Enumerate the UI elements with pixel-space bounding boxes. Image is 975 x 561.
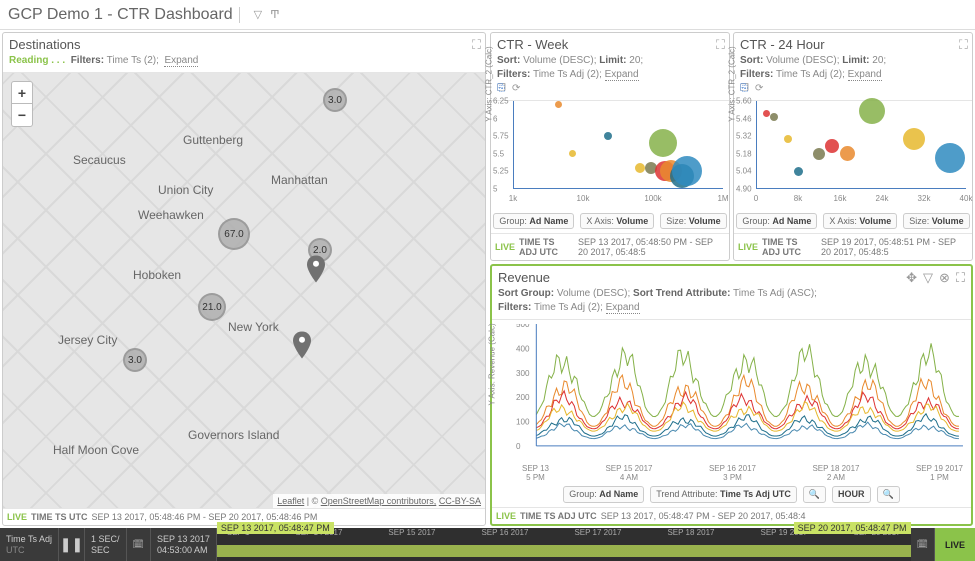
- filter-icon[interactable]: ▽: [923, 270, 933, 286]
- expand-icon[interactable]: ⛶: [472, 37, 481, 53]
- revenue-panel: Revenue ✥ ▽ ⊗ ⛶ Sort Group: Volume (DESC…: [490, 264, 973, 526]
- scatter-point[interactable]: [840, 146, 855, 161]
- scatter-point[interactable]: [604, 132, 612, 140]
- reading-status: Reading . . .: [9, 55, 65, 66]
- scatter-point[interactable]: [903, 128, 925, 150]
- live-indicator: LIVE: [7, 512, 27, 522]
- map-city-label: Jersey City: [58, 333, 117, 347]
- svg-text:300: 300: [516, 369, 530, 378]
- live-button[interactable]: LIVE: [935, 528, 975, 561]
- scatter-point[interactable]: [794, 167, 803, 176]
- close-icon[interactable]: ⊗: [939, 270, 950, 286]
- calendar-end-icon[interactable]: 🗓: [911, 528, 935, 561]
- move-icon[interactable]: ✥: [906, 270, 917, 286]
- group-pill[interactable]: Group: Ad Name: [736, 213, 817, 229]
- y-axis-label: Y Axis: Revenue (Calc): [488, 323, 497, 405]
- map-bubble[interactable]: 67.0: [218, 218, 250, 250]
- map-view[interactable]: + − ManhattanNew YorkJersey CityBrooklyn…: [3, 73, 485, 508]
- map-city-label: Manhattan: [271, 173, 328, 187]
- expand-icon[interactable]: ⛶: [956, 270, 965, 286]
- expand-icon[interactable]: ⛶: [716, 37, 725, 53]
- expand-filters[interactable]: Expand: [605, 69, 639, 81]
- scatter-point[interactable]: [935, 143, 965, 173]
- map-city-label: New York: [228, 320, 279, 334]
- scatter-point[interactable]: [649, 129, 677, 157]
- group-pill[interactable]: Group: Ad Name: [493, 213, 574, 229]
- scatter-point[interactable]: [859, 98, 885, 124]
- zoom-out-icon[interactable]: 🔍: [803, 486, 826, 503]
- timeline-bar[interactable]: Time Ts AdjUTC ❚❚ 1 SEC/SEC 🗓 SEP 13 201…: [0, 528, 975, 561]
- panel-title: Destinations: [9, 37, 81, 52]
- map-city-label: Guttenberg: [183, 133, 243, 147]
- map-city-label: Hoboken: [133, 268, 181, 282]
- range-start: SEP 13 201704:53:00 AM: [151, 528, 217, 561]
- expand-filters[interactable]: Expand: [848, 69, 882, 81]
- size-pill[interactable]: Size: Volume: [660, 213, 726, 229]
- map-bubble[interactable]: 3.0: [323, 88, 347, 112]
- live-indicator: LIVE: [495, 242, 515, 252]
- svg-text:400: 400: [516, 344, 530, 353]
- scatter-point[interactable]: [784, 135, 792, 143]
- map-city-label: Weehawken: [138, 208, 204, 222]
- destinations-panel: Destinations ⛶ Reading . . . Filters: Ti…: [2, 32, 486, 526]
- size-pill[interactable]: Size: Volume: [903, 213, 969, 229]
- panel-title: Revenue: [498, 270, 550, 285]
- map-city-label: Governors Island: [188, 428, 279, 442]
- scatter-point[interactable]: [825, 139, 839, 153]
- app-header: GCP Demo 1 - CTR Dashboard ▽ Ͳ: [0, 0, 975, 30]
- svg-text:500: 500: [516, 324, 530, 329]
- timeline-start-marker[interactable]: SEP 13 2017, 05:48:47 PM: [217, 522, 334, 534]
- y-axis-label: Y Axis: CTR_2 (Calc): [728, 46, 737, 121]
- timeline-field: Time Ts AdjUTC: [0, 528, 59, 561]
- zoom-in-icon[interactable]: 🔍: [877, 486, 900, 503]
- filter-icon[interactable]: ▽: [254, 8, 262, 21]
- y-axis-label: Y Axis: CTR_2 (Calc): [485, 46, 494, 121]
- map-pin-icon[interactable]: [293, 331, 311, 359]
- trend-pill[interactable]: Trend Attribute: Time Ts Adj UTC: [650, 486, 797, 503]
- revenue-chart: 500 400 300 200 100 0: [516, 324, 963, 461]
- expand-filters[interactable]: Expand: [164, 55, 198, 67]
- scatter-point[interactable]: [813, 148, 825, 160]
- scatter-point[interactable]: [555, 101, 562, 108]
- svg-text:200: 200: [516, 393, 530, 402]
- map-bubble[interactable]: 3.0: [123, 348, 147, 372]
- hour-pill[interactable]: HOUR: [832, 486, 871, 503]
- expand-filters[interactable]: Expand: [606, 302, 640, 314]
- ctr-week-panel: CTR - Week ⛶ Sort: Volume (DESC); Limit:…: [490, 32, 730, 261]
- xaxis-pill[interactable]: X Axis: Volume: [580, 213, 654, 229]
- scatter-point[interactable]: [569, 150, 576, 157]
- scatter-point[interactable]: [672, 156, 702, 186]
- expand-icon[interactable]: ⛶: [959, 37, 968, 53]
- calendar-start-icon[interactable]: 🗓: [127, 528, 151, 561]
- zoom-out-button[interactable]: −: [12, 104, 32, 126]
- scatter-point[interactable]: [635, 163, 645, 173]
- svg-text:0: 0: [516, 442, 521, 451]
- svg-text:100: 100: [516, 417, 530, 426]
- timeline-end-marker[interactable]: SEP 20 2017, 05:48:47 PM: [794, 522, 911, 534]
- map-city-label: Half Moon Cove: [53, 443, 139, 457]
- panel-title: CTR - Week: [497, 37, 568, 52]
- text-tool-icon[interactable]: Ͳ: [270, 8, 279, 21]
- pause-button[interactable]: ❚❚: [59, 528, 85, 561]
- live-indicator: LIVE: [738, 242, 758, 252]
- map-bubble[interactable]: 21.0: [198, 293, 226, 321]
- map-attribution: Leaflet | © OpenStreetMap contributors, …: [273, 494, 485, 508]
- zoom-in-button[interactable]: +: [12, 82, 32, 104]
- map-city-label: Secaucus: [73, 153, 126, 167]
- panel-title: CTR - 24 Hour: [740, 37, 825, 52]
- live-indicator: LIVE: [496, 511, 516, 521]
- ctr-24h-panel: CTR - 24 Hour ⛶ Sort: Volume (DESC); Lim…: [733, 32, 973, 261]
- map-pin-icon[interactable]: [307, 255, 325, 283]
- scatter-point[interactable]: [763, 110, 770, 117]
- xaxis-pill[interactable]: X Axis: Volume: [823, 213, 897, 229]
- dashboard-title: GCP Demo 1 - CTR Dashboard: [8, 6, 233, 24]
- group-pill[interactable]: Group: Ad Name: [563, 486, 644, 503]
- scatter-point[interactable]: [770, 113, 778, 121]
- zoom-control[interactable]: + −: [11, 81, 33, 127]
- map-city-label: Union City: [158, 183, 213, 197]
- timeline-track[interactable]: SEP 13 2017, 05:48:47 PM SEP 20 2017, 05…: [217, 528, 911, 561]
- play-rate[interactable]: 1 SEC/SEC: [85, 528, 127, 561]
